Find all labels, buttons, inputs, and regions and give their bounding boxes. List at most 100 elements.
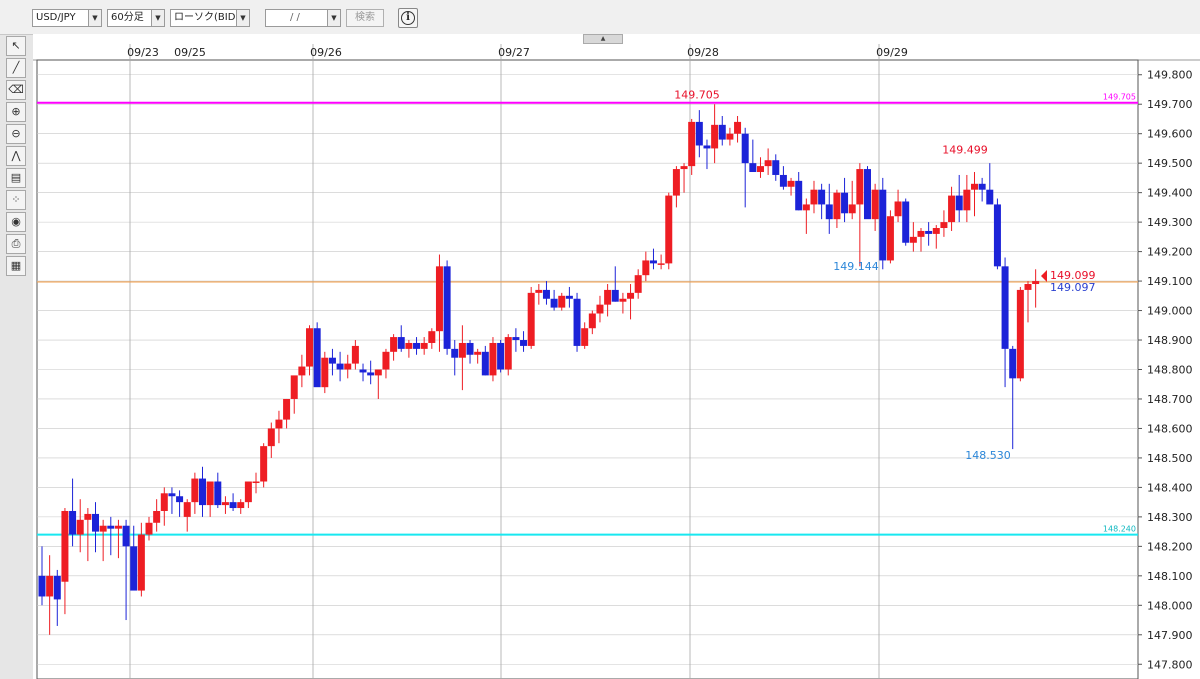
candle-body	[229, 502, 237, 509]
y-tick-label: 149.500	[1147, 157, 1193, 170]
candle-body	[252, 481, 260, 484]
candle-body	[53, 575, 61, 600]
candle-body	[963, 189, 971, 211]
candle-body	[596, 304, 604, 314]
candle-body	[1016, 289, 1024, 379]
candle-body	[986, 189, 994, 205]
candle-body	[925, 230, 933, 234]
candle-body	[779, 174, 787, 187]
candle-body	[695, 121, 703, 146]
candle-body	[290, 375, 298, 399]
candle-body	[749, 163, 757, 173]
candle-body	[657, 263, 665, 265]
candle-body	[611, 289, 619, 302]
y-tick-label: 147.900	[1147, 629, 1193, 642]
candle-body	[672, 169, 680, 196]
candle-body	[420, 342, 428, 349]
candle-body	[848, 204, 856, 214]
candle-body	[283, 398, 291, 420]
candle-body	[145, 522, 153, 535]
y-tick-label: 148.300	[1147, 511, 1193, 524]
candle-body	[581, 328, 589, 346]
candle-body	[940, 222, 948, 229]
candle-body	[130, 546, 138, 591]
y-tick-label: 149.400	[1147, 187, 1193, 200]
chart-background	[33, 34, 1200, 679]
candle-body	[711, 124, 719, 149]
candle-body	[328, 357, 336, 364]
candle-body	[879, 189, 887, 261]
candle-body	[359, 369, 367, 373]
candle-body	[909, 236, 917, 243]
candle-body	[818, 189, 826, 205]
candle	[313, 322, 321, 388]
candle-body	[46, 575, 54, 597]
x-tick-label: 09/25	[174, 46, 206, 59]
collapse-panel-button[interactable]: ▲	[583, 34, 623, 44]
y-tick-label: 149.800	[1147, 69, 1193, 82]
y-tick-label: 149.700	[1147, 98, 1193, 111]
low-line-label: 148.240	[1103, 525, 1136, 534]
candle-body	[474, 351, 482, 355]
y-tick-label: 149.200	[1147, 246, 1193, 259]
candle	[443, 260, 451, 355]
candle-body	[604, 289, 612, 305]
last-bid-label: 149.097	[1050, 281, 1096, 294]
candle-body	[275, 419, 283, 429]
candle-body	[206, 481, 214, 506]
candle-body	[970, 183, 978, 190]
candle-body	[993, 204, 1001, 267]
candle-body	[191, 478, 199, 503]
candle-body	[382, 351, 390, 370]
candle-body	[321, 357, 329, 388]
candle-body	[489, 342, 497, 376]
candle-body	[917, 230, 925, 237]
x-tick-label: 09/23	[127, 46, 159, 59]
candle-body	[978, 183, 986, 190]
candle-body	[856, 169, 864, 205]
candle-body	[458, 342, 466, 358]
candle-body	[772, 160, 780, 175]
candle-body	[153, 510, 161, 523]
price-chart[interactable]: 149.800 149.700 149.600 149.500 149.400 149.3…	[0, 0, 1200, 679]
candle-body	[336, 363, 344, 370]
candle-body	[841, 192, 849, 214]
candle-body	[1032, 281, 1040, 285]
candle-body	[435, 266, 443, 332]
x-tick-label: 09/29	[876, 46, 908, 59]
candle-body	[734, 121, 742, 134]
candle-body	[680, 166, 688, 170]
high-line-label: 149.705	[1103, 93, 1136, 102]
candle	[1016, 286, 1024, 382]
candle-body	[84, 513, 92, 520]
y-tick-label: 149.600	[1147, 128, 1193, 141]
candle-body	[863, 169, 871, 220]
candle-body	[512, 337, 520, 341]
candle	[665, 192, 673, 270]
candle-body	[886, 216, 894, 261]
candle-body	[726, 133, 734, 140]
x-tick-label: 09/26	[310, 46, 342, 59]
candle-body	[260, 446, 268, 482]
candle-body	[466, 342, 474, 355]
candle-body	[520, 340, 528, 346]
candle-body	[627, 292, 635, 299]
candle	[527, 286, 535, 349]
y-tick-label: 148.800	[1147, 364, 1193, 377]
date-header	[33, 44, 1200, 60]
candle	[993, 198, 1001, 270]
candle-body	[413, 342, 421, 349]
y-tick-label: 148.200	[1147, 540, 1193, 553]
candle-body	[550, 298, 558, 308]
candle-body	[306, 328, 314, 367]
candle-body	[527, 292, 535, 346]
candle-body	[298, 366, 306, 376]
candle-body	[703, 145, 711, 149]
candle-body	[741, 133, 749, 164]
y-tick-label: 149.100	[1147, 275, 1193, 288]
candle-body	[688, 121, 696, 167]
candle	[489, 337, 497, 382]
candle-body	[787, 180, 795, 187]
candle	[902, 198, 910, 246]
low-annotation: 148.530	[965, 449, 1011, 462]
